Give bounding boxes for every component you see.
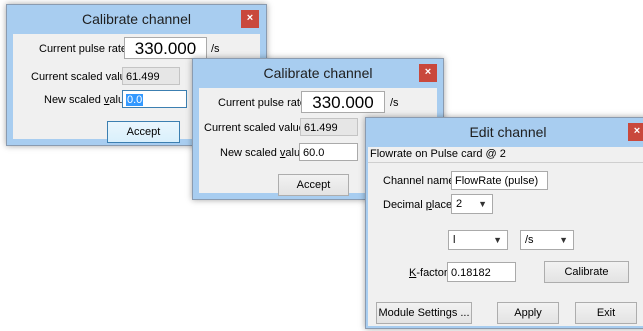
- channel-name-label: Channel name: [383, 175, 455, 187]
- pulse-rate-unit: /s: [211, 43, 220, 55]
- selected-value: /s: [525, 234, 534, 246]
- new-scaled-value-label: New scaled value: [220, 147, 306, 159]
- pulse-rate-label: Current pulse rate: [218, 97, 307, 109]
- k-factor-label: K-factor: [409, 267, 448, 279]
- decimal-places-label: Decimal places: [383, 199, 458, 211]
- close-button[interactable]: ×: [628, 123, 643, 141]
- chevron-down-icon: ▼: [493, 235, 502, 245]
- new-scaled-value-input[interactable]: 60.0: [299, 143, 358, 161]
- unit-select[interactable]: l ▼: [448, 230, 508, 250]
- edit-channel-window: Edit channel × Flowrate on Pulse card @ …: [365, 117, 643, 329]
- pulse-rate-number: 330.000: [312, 93, 374, 112]
- chevron-down-icon: ▼: [478, 199, 487, 209]
- k-factor-input[interactable]: 0.18182: [447, 262, 516, 282]
- new-scaled-value-label: New scaled value: [44, 94, 130, 106]
- window-title: Calibrate channel: [193, 59, 443, 88]
- channel-name-input[interactable]: FlowRate (pulse): [451, 171, 548, 190]
- scaled-value-label: Current scaled value: [204, 122, 305, 134]
- chevron-down-icon: ▼: [559, 235, 568, 245]
- label-text: Decimal: [383, 199, 426, 211]
- scaled-value-field: 61.499: [122, 67, 180, 85]
- selected-text: 0.0: [126, 94, 144, 106]
- pulse-rate-label: Current pulse rate: [39, 43, 128, 55]
- pulse-rate-value: 330.000: [301, 91, 385, 113]
- scaled-value-field: 61.499: [300, 118, 358, 136]
- module-settings-button[interactable]: Module Settings ...: [376, 302, 472, 324]
- label-text: New scaled: [44, 94, 104, 106]
- pulse-rate-number: 330.000: [134, 39, 197, 58]
- window-frame: [366, 326, 643, 328]
- window-client: Flowrate on Pulse card @ 2 Channel name …: [368, 147, 643, 326]
- pulse-rate-unit: /s: [390, 97, 399, 109]
- window-title: Calibrate channel: [7, 5, 266, 34]
- new-scaled-value-input[interactable]: 0.0: [122, 90, 187, 108]
- exit-button[interactable]: Exit: [575, 302, 637, 324]
- rate-select[interactable]: /s ▼: [520, 230, 574, 250]
- calibrate-button[interactable]: Calibrate: [544, 261, 629, 283]
- decimal-places-select[interactable]: 2 ▼: [451, 194, 493, 214]
- scaled-value-label: Current scaled value: [31, 71, 132, 83]
- pulse-rate-value: 330.000: [124, 37, 207, 59]
- selected-value: 2: [456, 198, 463, 210]
- selected-value: l: [453, 234, 456, 246]
- label-text: New scaled: [220, 147, 280, 159]
- accept-button[interactable]: Accept: [107, 121, 180, 143]
- window-title: Edit channel: [366, 118, 643, 147]
- close-button[interactable]: ×: [419, 64, 437, 82]
- channel-header: Flowrate on Pulse card @ 2: [368, 147, 643, 163]
- accept-button[interactable]: Accept: [278, 174, 349, 196]
- label-text: -factor: [416, 267, 448, 279]
- close-button[interactable]: ×: [241, 10, 259, 28]
- apply-button[interactable]: Apply: [497, 302, 559, 324]
